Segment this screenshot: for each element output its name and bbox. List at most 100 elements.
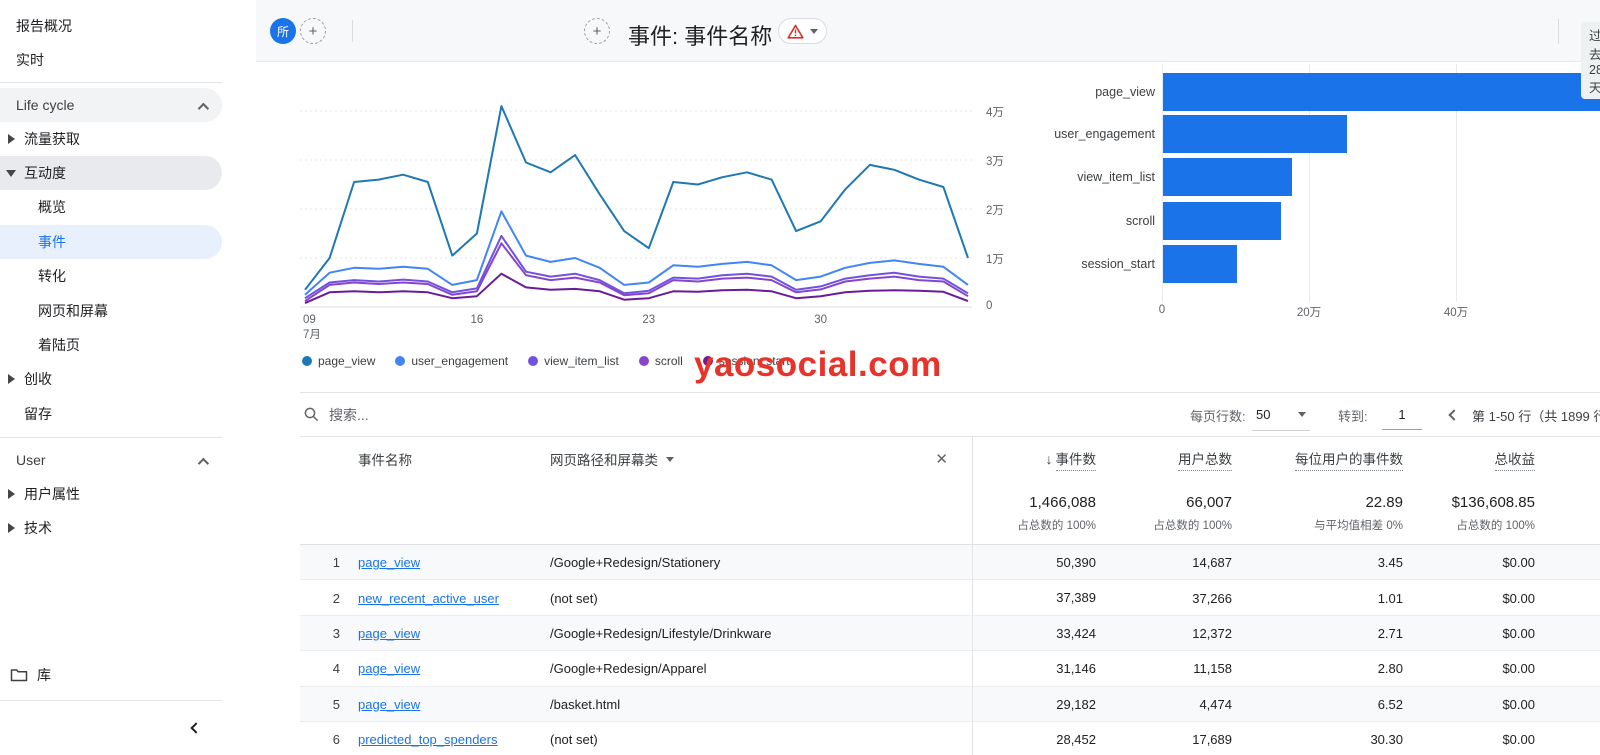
chevron-up-icon — [198, 458, 209, 469]
event-name-link[interactable]: page_view — [358, 626, 420, 641]
bar-session_start — [1163, 245, 1237, 283]
add-metric-button[interactable]: + — [584, 18, 610, 44]
sidebar-item-user-attributes[interactable]: 用户属性 — [0, 477, 222, 511]
metric-cell: 1.01 — [1232, 591, 1403, 606]
table-search[interactable]: 搜索... — [300, 405, 369, 425]
table-row: 5page_view/basket.html29,1824,4746.52$0.… — [300, 687, 1600, 722]
sidebar-item-events-selected[interactable]: 事件 — [0, 225, 222, 259]
event-name-link[interactable]: page_view — [358, 697, 420, 712]
column-header-event-count[interactable]: ↓事件数 — [972, 437, 1096, 481]
table-controls: 搜索... 每页行数: 50 转到: 1 第 1-50 行（共 1899 行） — [300, 392, 1600, 436]
totals-value: 22.89 — [1365, 494, 1403, 511]
divider — [0, 82, 222, 83]
metric-cell: 37,389 — [972, 580, 1096, 615]
totals-cell: 1,466,088占总数的 100% — [972, 481, 1096, 545]
events-line-chart — [300, 62, 990, 314]
totals-value: $136,608.85 — [1452, 494, 1535, 511]
table-row: 2new_recent_active_user(not set)37,38937… — [300, 580, 1600, 615]
collapse-arrow-icon[interactable] — [6, 170, 16, 177]
metric-header-label: 总收益 — [1495, 448, 1536, 471]
chevron-down-icon — [666, 457, 674, 462]
table-totals-row: 1,466,088占总数的 100%66,007占总数的 100%22.89与平… — [300, 481, 1600, 545]
column-header-event-count-per-user[interactable]: 每位用户的事件数 — [1232, 448, 1403, 471]
metric-cell: 30.30 — [1232, 732, 1403, 747]
page-path-cell: (not set) — [550, 732, 972, 747]
goto-page-label: 转到: — [1338, 393, 1368, 437]
chevron-down-icon — [810, 29, 818, 34]
expand-arrow-icon[interactable] — [8, 489, 15, 499]
column-header-total-revenue[interactable]: 总收益 — [1403, 448, 1535, 471]
events-bar-chart: 020万40万page_viewuser_engagementview_item… — [1050, 62, 1600, 327]
top-bar: 所 + 事件: 事件名称 + 过去 28 天 7月9日 - 2023年8月5日 — [256, 0, 1600, 62]
metric-cell: 12,372 — [1096, 626, 1232, 641]
pagination-status: 第 1-50 行（共 1899 行） — [1472, 393, 1600, 437]
x-axis-tick: 23 — [642, 314, 655, 326]
section-header-life-cycle[interactable]: Life cycle — [0, 88, 222, 122]
metric-cell: 2.71 — [1232, 626, 1403, 641]
column-header-page-path[interactable]: 网页路径和屏幕类 ✕ — [550, 449, 972, 469]
expand-arrow-icon[interactable] — [8, 134, 15, 144]
row-number: 6 — [300, 732, 358, 747]
sidebar-item-pages-screens[interactable]: 网页和屏幕 — [0, 294, 222, 328]
remove-dimension-icon[interactable]: ✕ — [935, 450, 948, 468]
sidebar-item-reports-snapshot[interactable]: 报告概况 — [0, 9, 222, 43]
sidebar-item-library[interactable]: 库 — [0, 658, 222, 692]
table-body: 1page_view/Google+Redesign/Stationery50,… — [300, 545, 1600, 755]
rows-per-page-label: 每页行数: — [1190, 393, 1246, 437]
metric-cell: 31,146 — [972, 651, 1096, 686]
sidebar-item-realtime[interactable]: 实时 — [0, 43, 222, 77]
metric-cell: 50,390 — [972, 545, 1096, 580]
divider — [0, 437, 222, 438]
sidebar-item-landing-page[interactable]: 着陆页 — [0, 328, 222, 362]
sidebar-item-tech[interactable]: 技术 — [0, 511, 222, 545]
bar-user_engagement — [1163, 115, 1347, 153]
add-comparison-button[interactable]: + — [300, 18, 326, 44]
sidebar-item-conversions[interactable]: 转化 — [0, 259, 222, 293]
metric-cell: $0.00 — [1403, 661, 1535, 676]
event-name-link[interactable]: page_view — [358, 661, 420, 676]
page-title: 事件: 事件名称 — [628, 19, 772, 51]
metric-cell: 37,266 — [1096, 591, 1232, 606]
page-path-cell: /Google+Redesign/Apparel — [550, 661, 972, 676]
x-axis-tick: 16 — [470, 314, 483, 326]
divider — [0, 700, 222, 701]
expand-arrow-icon[interactable] — [8, 523, 15, 533]
table-row: 6predicted_top_spenders(not set)28,45217… — [300, 722, 1600, 755]
previous-page-icon[interactable] — [1448, 409, 1459, 420]
all-users-chip[interactable]: 所 — [270, 18, 296, 44]
totals-caption: 占总数的 100% — [1456, 517, 1535, 533]
sidebar-item-overview[interactable]: 概览 — [0, 190, 222, 224]
totals-cell: $136,608.85 占总数的 100% — [1403, 481, 1535, 545]
legend-item-scroll: scroll — [639, 354, 683, 368]
event-name-link[interactable]: page_view — [358, 555, 420, 570]
metric-cell: 3.45 — [1232, 555, 1403, 570]
legend-label: view_item_list — [544, 354, 619, 368]
ga4-events-report: 所 + 事件: 事件名称 + 过去 28 天 7月9日 - 2023年8月5日 — [0, 0, 1600, 755]
column-header-event-name[interactable]: 事件名称 — [358, 449, 550, 469]
sidebar-item-retention[interactable]: 留存 — [0, 397, 222, 431]
event-name-link[interactable]: new_recent_active_user — [358, 591, 499, 606]
page-path-cell: (not set) — [550, 591, 972, 606]
bar-label-page_view: page_view — [1050, 73, 1155, 111]
goto-page-input[interactable]: 1 — [1382, 400, 1422, 430]
sidebar-item-acquisition[interactable]: 流量获取 — [0, 122, 222, 156]
x-axis-tick: 0 — [1159, 304, 1165, 316]
section-header-user[interactable]: User — [0, 443, 222, 477]
metric-header-label: 事件数 — [1056, 448, 1097, 471]
y-axis-tick: 1万 — [986, 251, 1004, 267]
sidebar-item-monetization[interactable]: 创收 — [0, 362, 222, 396]
events-table: 搜索... 每页行数: 50 转到: 1 第 1-50 行（共 1899 行） … — [300, 392, 1600, 755]
event-name-link[interactable]: predicted_top_spenders — [358, 732, 498, 747]
metric-cell: 2.80 — [1232, 661, 1403, 676]
row-number: 5 — [300, 697, 358, 712]
collapse-nav-icon[interactable] — [190, 722, 201, 733]
rows-per-page-select[interactable]: 50 — [1252, 399, 1310, 431]
totals-caption: 占总数的 100% — [1153, 517, 1232, 533]
data-quality-button[interactable] — [778, 18, 827, 44]
left-nav: 报告概况 实时 Life cycle 流量获取 互动度 概览 事件 转化 网页和… — [0, 0, 256, 755]
watermark: yaosocial.com — [694, 345, 942, 385]
expand-arrow-icon[interactable] — [8, 374, 15, 384]
sidebar-item-engagement[interactable]: 互动度 — [0, 156, 222, 190]
column-header-total-users[interactable]: 用户总数 — [1096, 448, 1232, 471]
plus-icon: + — [309, 23, 318, 40]
